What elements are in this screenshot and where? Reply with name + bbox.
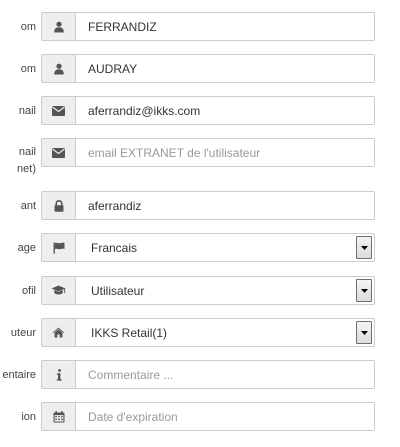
login-group [41,191,375,220]
language-group: Francais [41,233,375,262]
profile-label: ofil [21,285,36,297]
firstname-label: om [20,63,36,75]
envelope-icon [42,139,76,166]
profile-select-value: Utilisateur [91,283,145,298]
user-icon [42,13,76,40]
chevron-down-icon [360,245,368,250]
envelope-icon [42,97,76,124]
firstname-input[interactable] [76,55,374,82]
lock-icon [42,192,76,219]
chevron-down-icon [360,288,368,293]
expiration-date-input[interactable] [76,403,374,430]
comment-input[interactable] [76,361,374,388]
lastname-group [41,12,375,41]
language-select-value: Francais [91,240,138,255]
distributor-dropdown-button[interactable] [356,321,372,344]
email-extranet-label: nail [18,146,36,158]
user-icon [42,55,76,82]
chevron-down-icon [360,330,368,335]
language-label: age [17,242,36,254]
profile-group: Utilisateur [41,276,375,305]
distributor-group: IKKS Retail(1) [41,318,375,347]
expiration-label: ion [21,411,36,423]
comment-label: entaire [2,369,36,381]
flag-icon [42,234,76,261]
distributor-select[interactable]: IKKS Retail(1) [76,319,374,346]
expiration-group [41,402,375,431]
email-extranet-group [41,138,375,167]
info-icon [42,361,76,388]
language-select[interactable]: Francais [76,234,374,261]
profile-select[interactable]: Utilisateur [76,277,374,304]
firstname-group [41,54,375,83]
comment-group [41,360,375,389]
lastname-input[interactable] [76,13,374,40]
login-label: ant [20,200,36,212]
graduation-cap-icon [42,277,76,304]
email-extranet-label-line2: net) [17,163,36,175]
email-group [41,96,375,125]
email-label: nail [18,105,36,117]
language-dropdown-button[interactable] [356,236,372,259]
login-input[interactable] [76,192,374,219]
profile-dropdown-button[interactable] [356,279,372,302]
email-extranet-input[interactable] [76,139,374,166]
email-input[interactable] [76,97,374,124]
home-icon [42,319,76,346]
distributor-label: uteur [10,327,36,339]
distributor-select-value: IKKS Retail(1) [91,325,168,340]
lastname-label: om [20,21,36,33]
calendar-icon[interactable] [42,403,76,430]
